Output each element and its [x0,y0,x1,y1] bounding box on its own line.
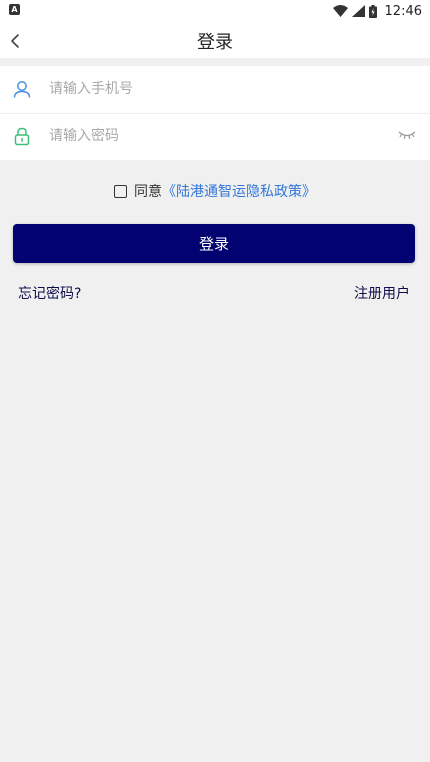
lock-icon [14,127,30,146]
status-time: 12:46 [384,3,422,19]
privacy-policy-link[interactable]: 《陆港通智运隐私政策》 [162,181,316,201]
login-form [0,66,430,160]
agreement-row: 同意 《陆港通智运隐私政策》 [0,181,430,201]
phone-field-row [0,66,430,114]
user-icon [13,81,31,98]
app-notification-icon: A [9,4,20,15]
agreement-checkbox[interactable] [114,184,127,198]
forgot-password-link[interactable]: 忘记密码? [18,283,81,303]
password-field-row [0,113,430,160]
eye-closed-icon[interactable] [398,128,416,144]
phone-input[interactable] [49,75,379,103]
login-button[interactable]: 登录 [13,224,415,263]
status-indicators: 12:46 [332,2,422,20]
nav-bar: 登录 [0,22,430,58]
agreement-prefix: 同意 [134,184,162,200]
battery-icon [368,4,377,18]
page-title: 登录 [197,32,233,53]
cell-signal-icon [351,5,365,17]
status-bar: A 12:46 [0,0,430,22]
register-link[interactable]: 注册用户 [354,283,410,303]
wifi-icon [332,5,348,17]
password-input[interactable] [49,122,379,150]
